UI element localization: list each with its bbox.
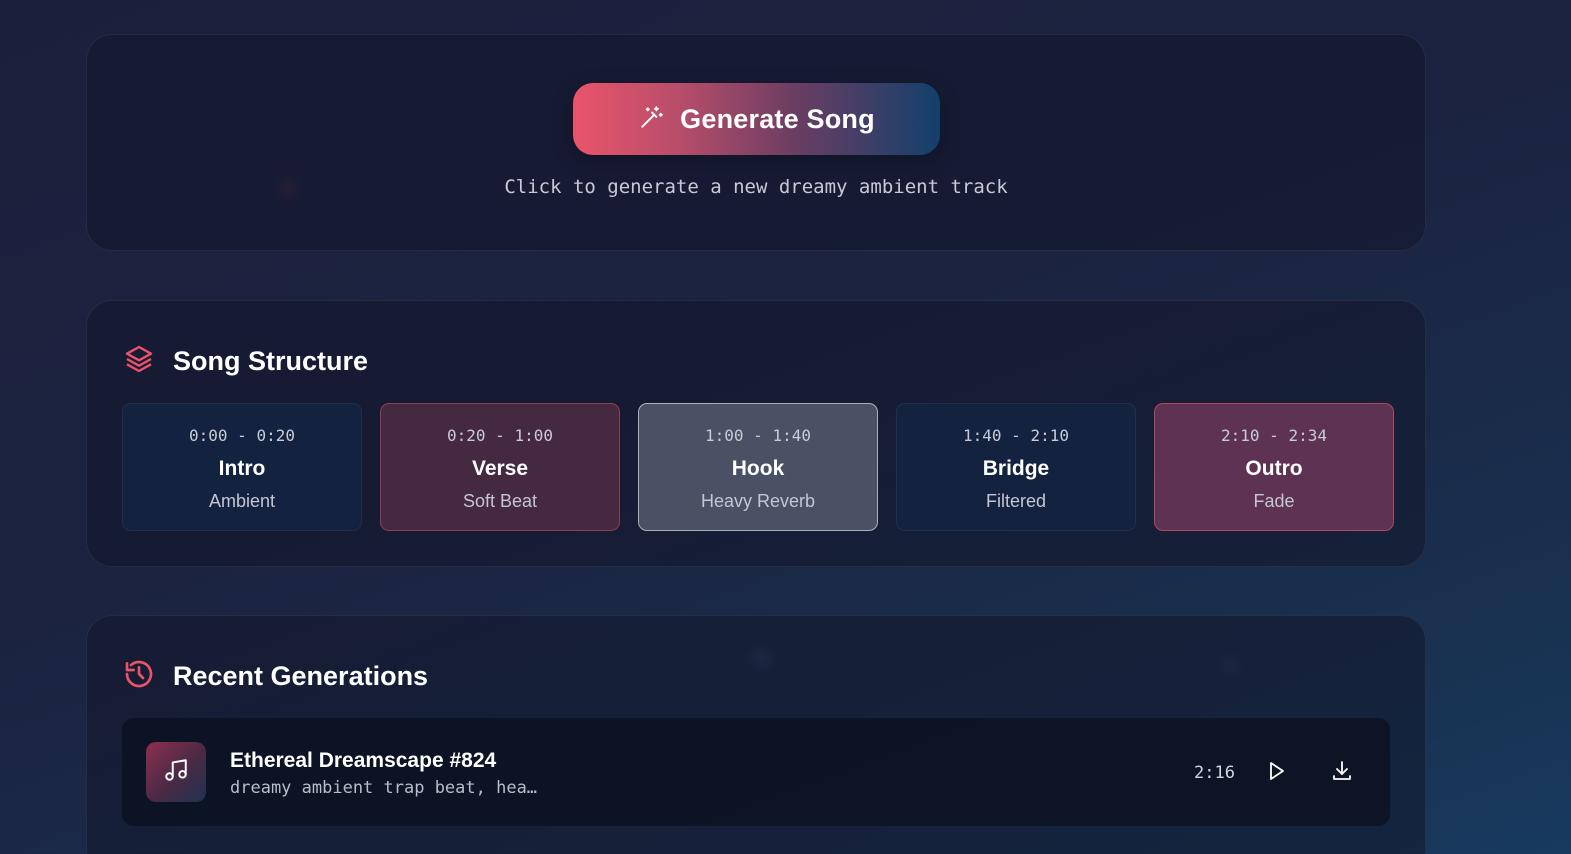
download-button[interactable]	[1326, 756, 1358, 788]
section-card-hook[interactable]: 1:00 - 1:40 Hook Heavy Reverb	[638, 403, 878, 531]
section-desc: Ambient	[208, 491, 276, 511]
section-desc: Filtered	[985, 491, 1047, 511]
structure-cards: 0:00 - 0:20 Intro Ambient 0:20 - 1:00 Ve…	[122, 403, 1394, 531]
download-icon	[1330, 759, 1354, 786]
track-title: Ethereal Dreamscape #824	[230, 749, 497, 772]
section-desc: Heavy Reverb	[700, 491, 816, 511]
song-structure-panel: Song Structure 0:00 - 0:20 Intro Ambient…	[86, 300, 1426, 567]
track-thumbnail	[146, 742, 206, 802]
layers-icon	[123, 343, 155, 380]
section-time: 1:40 - 2:10	[963, 426, 1069, 445]
play-icon	[1264, 759, 1288, 786]
section-time: 1:00 - 1:40	[705, 426, 811, 445]
section-name: Bridge	[982, 457, 1050, 480]
history-icon	[123, 658, 155, 695]
section-name: Verse	[471, 457, 529, 480]
song-structure-title: Song Structure	[173, 346, 369, 376]
section-time: 0:00 - 0:20	[189, 426, 295, 445]
generate-hint: Click to generate a new dreamy ambient t…	[504, 176, 1008, 198]
section-name: Intro	[218, 457, 266, 480]
section-card-intro[interactable]: 0:00 - 0:20 Intro Ambient	[122, 403, 362, 531]
generate-song-label: Generate Song	[680, 103, 875, 134]
section-card-outro[interactable]: 2:10 - 2:34 Outro Fade	[1154, 403, 1394, 531]
track-row[interactable]: Ethereal Dreamscape #824 dreamy ambient …	[122, 718, 1390, 826]
section-card-bridge[interactable]: 1:40 - 2:10 Bridge Filtered	[896, 403, 1136, 531]
magic-wand-icon	[638, 105, 664, 134]
play-button[interactable]	[1260, 756, 1292, 788]
section-name: Outro	[1245, 457, 1303, 480]
generate-panel: Generate Song Click to generate a new dr…	[86, 34, 1426, 251]
section-desc: Fade	[1253, 491, 1295, 511]
section-desc: Soft Beat	[462, 491, 538, 511]
generate-song-button[interactable]: Generate Song	[573, 83, 940, 155]
track-prompt: dreamy ambient trap beat, hea…	[230, 778, 538, 798]
music-note-icon	[163, 757, 189, 788]
section-card-verse[interactable]: 0:20 - 1:00 Verse Soft Beat	[380, 403, 620, 531]
section-time: 2:10 - 2:34	[1221, 426, 1327, 445]
recent-generations-header: Recent Generations	[123, 658, 428, 695]
recent-generations-panel: Recent Generations Ethereal Dreamscape #…	[86, 615, 1426, 854]
section-time: 0:20 - 1:00	[447, 426, 553, 445]
section-name: Hook	[731, 457, 785, 480]
song-structure-header: Song Structure	[123, 343, 368, 380]
recent-generations-title: Recent Generations	[173, 661, 429, 691]
track-duration: 2:16	[1194, 763, 1235, 783]
